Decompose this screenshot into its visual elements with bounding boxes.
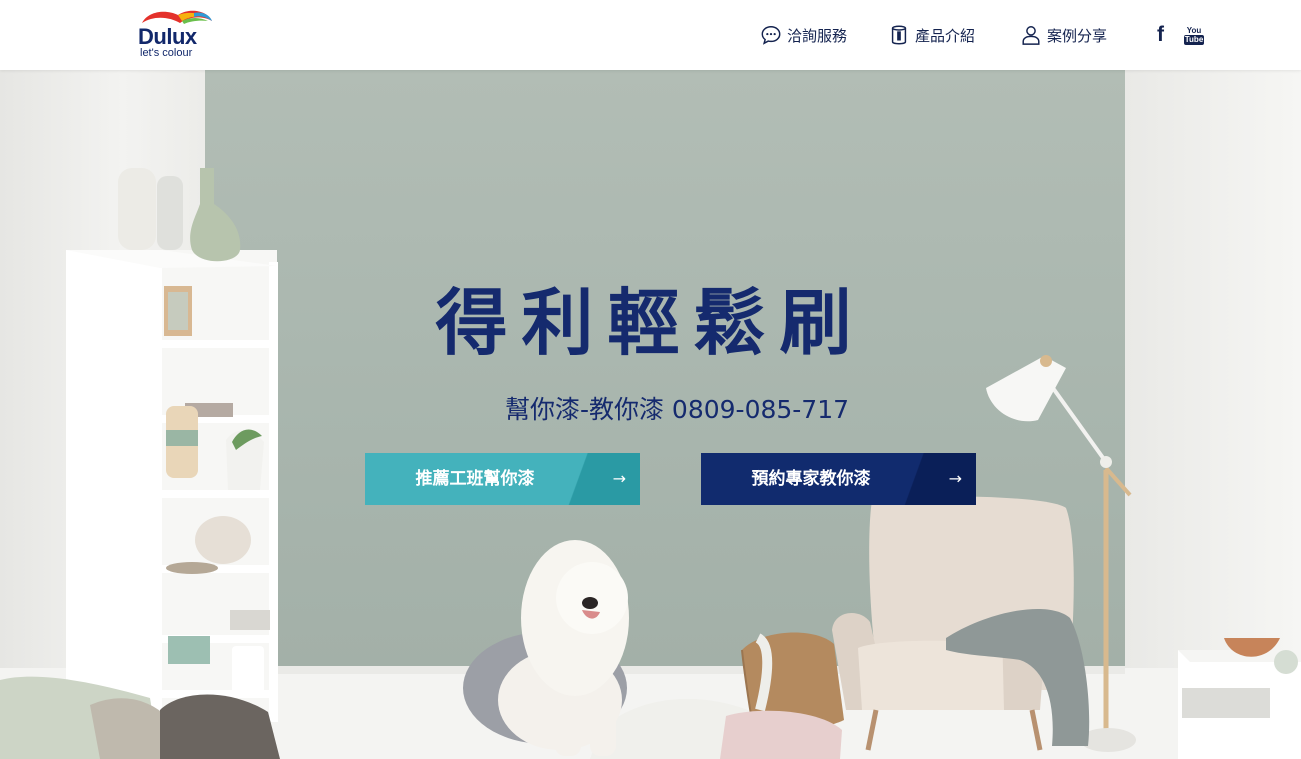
book-expert-button[interactable]: 預約專家教你漆 → (701, 453, 976, 505)
button-label: 推薦工班幫你漆 (415, 469, 535, 489)
facebook-icon[interactable]: f (1157, 22, 1164, 48)
dulux-logo[interactable]: Dulux let's colour (136, 9, 216, 61)
recommend-crew-button[interactable]: 推薦工班幫你漆 → (365, 453, 640, 505)
user-icon (1022, 26, 1040, 45)
youtube-tube-text: Tube (1183, 34, 1205, 45)
nav-label: 產品介紹 (915, 26, 976, 45)
hero-title: 得利輕鬆刷 (435, 281, 866, 365)
button-label: 預約專家教你漆 (751, 469, 871, 489)
arrow-right-icon: → (612, 469, 626, 488)
hero-subtitle: 幫你漆-教你漆 0809-085-717 (504, 395, 850, 424)
sheepdog (463, 540, 629, 756)
hero-section: 得利輕鬆刷 幫你漆-教你漆 0809-085-717 推薦工班幫你漆 → 預約專… (0, 70, 1301, 759)
arrow-right-icon: → (948, 469, 962, 488)
paint-can-icon (891, 25, 907, 45)
nav-consult-service[interactable]: 洽詢服務 (760, 22, 847, 48)
youtube-you-text: You (1186, 25, 1202, 35)
site-header: Dulux let's colour 洽詢服務 產品介紹 案例分享 f You … (0, 0, 1301, 70)
logo-tagline: let's colour (140, 47, 193, 59)
bookshelf (66, 168, 278, 740)
chat-bubble-icon (761, 26, 781, 45)
nav-label: 案例分享 (1047, 26, 1108, 45)
youtube-icon[interactable]: You Tube (1183, 22, 1205, 48)
nav-case-sharing[interactable]: 案例分享 (1020, 22, 1107, 48)
nav-products[interactable]: 產品介紹 (888, 22, 975, 48)
nav-label: 洽詢服務 (787, 26, 848, 45)
